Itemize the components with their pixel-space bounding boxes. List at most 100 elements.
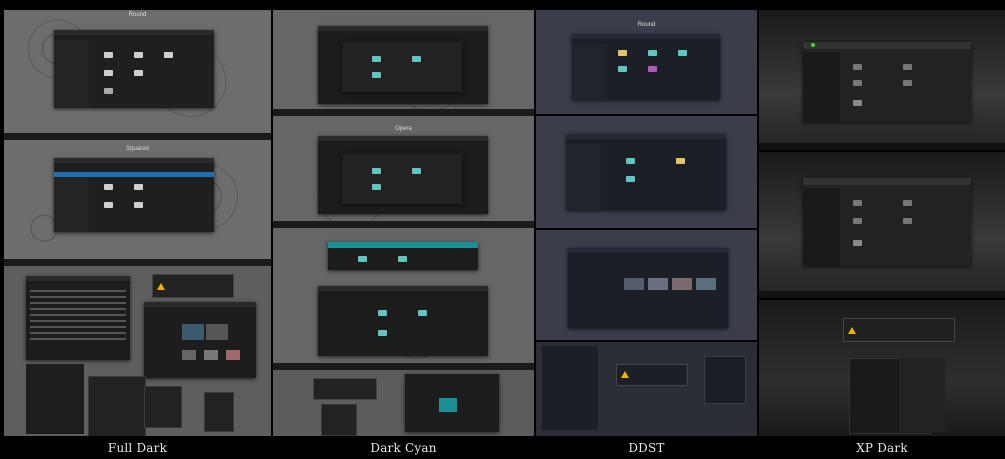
explorer-window xyxy=(803,178,971,266)
folder-icon xyxy=(676,158,685,164)
folder-icon xyxy=(104,52,113,58)
preview-label: Opera xyxy=(395,126,412,132)
folder-icon xyxy=(626,158,635,164)
folder-icon xyxy=(134,52,143,58)
folder-icon xyxy=(853,218,862,224)
folder-icon xyxy=(903,200,912,206)
warning-icon xyxy=(157,283,165,290)
theme-caption: Dark Cyan xyxy=(370,441,437,455)
folder-icon xyxy=(418,310,427,316)
delete-dialog xyxy=(152,274,234,298)
taskbar xyxy=(759,143,1005,150)
preview-cyan-dialogs xyxy=(273,370,534,436)
taskbar xyxy=(273,221,534,228)
folder-icon xyxy=(412,168,421,174)
preview-cyan-opera: Opera xyxy=(273,116,534,228)
folder-icon xyxy=(134,70,143,76)
taskbar xyxy=(4,133,271,140)
taskbar xyxy=(4,259,271,266)
preview-label: Squared xyxy=(126,146,149,152)
folder-icon xyxy=(618,50,627,56)
explorer-window xyxy=(54,158,214,232)
folder-icon xyxy=(853,200,862,206)
start-menu xyxy=(204,392,234,432)
drive-icon xyxy=(104,88,113,94)
folder-icon xyxy=(853,64,862,70)
folder-icon xyxy=(358,256,367,262)
explorer-window xyxy=(572,34,720,100)
explorer-window xyxy=(566,134,726,210)
theme-column-full-dark: Round Squared Full Dark xyxy=(4,0,271,459)
preview-squared: Squared xyxy=(4,140,271,266)
folder-icon xyxy=(378,310,387,316)
explorer-window xyxy=(803,42,971,122)
drive-icon xyxy=(853,100,862,106)
preview-ddst-3 xyxy=(536,230,757,340)
preview-round: Round xyxy=(4,10,271,140)
folder-icon xyxy=(648,66,657,72)
folder-icon xyxy=(104,70,113,76)
context-menu xyxy=(88,376,146,436)
folder-icon xyxy=(398,256,407,262)
explorer-window xyxy=(318,26,488,104)
context-menu xyxy=(704,356,746,404)
start-menu xyxy=(542,346,598,430)
folder-icon xyxy=(134,202,143,208)
folder-icon xyxy=(626,176,635,182)
preview-xp-dialogs xyxy=(759,300,1005,436)
folder-icon xyxy=(903,218,912,224)
theme-caption: XP Dark xyxy=(856,441,908,455)
taskbar xyxy=(273,363,534,370)
delete-dialog xyxy=(313,378,377,400)
task-manager-window xyxy=(26,276,130,360)
submenu xyxy=(144,386,182,428)
properties-window xyxy=(26,364,84,434)
personalization-window xyxy=(405,374,499,432)
taskbar xyxy=(759,291,1005,298)
context-menu xyxy=(321,404,357,436)
folder-icon xyxy=(853,80,862,86)
preview-ddst-dialogs xyxy=(536,342,757,436)
taskbar xyxy=(273,109,534,116)
personalization-window xyxy=(568,248,728,328)
folder-icon xyxy=(104,184,113,190)
folder-icon xyxy=(104,202,113,208)
preview-cyan-accent xyxy=(273,228,534,276)
preview-xp-2 xyxy=(759,152,1005,298)
preview-label: Round xyxy=(637,22,656,28)
theme-column-xp-dark: XP Dark xyxy=(759,0,1005,459)
warning-icon xyxy=(848,327,856,334)
theme-caption: DDST xyxy=(628,441,665,455)
preview-ddst-round: Round xyxy=(536,10,757,114)
explorer-window xyxy=(318,286,488,356)
drive-icon xyxy=(853,240,862,246)
preview-dialogs xyxy=(4,266,271,436)
delete-dialog xyxy=(843,318,955,342)
explorer-window xyxy=(318,136,488,214)
theme-caption: Full Dark xyxy=(107,441,168,455)
folder-icon xyxy=(678,50,687,56)
personalization-window xyxy=(144,302,256,378)
folder-icon xyxy=(372,72,381,78)
folder-icon xyxy=(378,330,387,336)
folder-icon xyxy=(372,184,381,190)
folder-icon xyxy=(903,64,912,70)
folder-icon xyxy=(618,66,627,72)
preview-xp-1 xyxy=(759,10,1005,150)
folder-icon xyxy=(134,184,143,190)
folder-icon xyxy=(372,168,381,174)
preview-label: Round xyxy=(128,12,147,18)
explorer-window xyxy=(54,30,214,108)
preview-cyan-3 xyxy=(273,276,534,370)
warning-icon xyxy=(621,371,629,378)
preview-ddst-2 xyxy=(536,116,757,228)
folder-icon xyxy=(372,56,381,62)
explorer-window xyxy=(328,242,478,270)
folder-icon xyxy=(412,56,421,62)
theme-column-dark-cyan: Opera Dark Cyan xyxy=(273,0,534,459)
start-menu-right xyxy=(899,358,945,432)
folder-icon xyxy=(903,80,912,86)
delete-dialog xyxy=(616,364,688,386)
folder-icon xyxy=(648,50,657,56)
theme-column-ddst: Round DDST xyxy=(536,0,757,459)
